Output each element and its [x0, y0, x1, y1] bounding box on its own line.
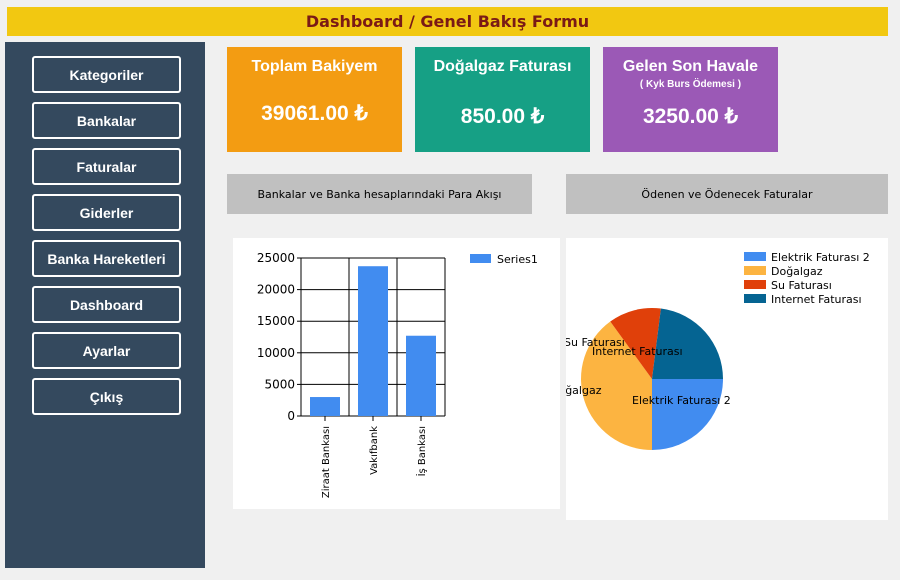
banks-section-header: Bankalar ve Banka hesaplarındaki Para Ak… [227, 174, 532, 214]
legend-swatch [744, 252, 766, 261]
transfer-card-title: Gelen Son Havale [622, 58, 759, 75]
bar-2 [358, 266, 388, 416]
form-title: Dashboard / Genel Bakış Formu [305, 12, 590, 31]
transfer-card: Gelen Son Havale ( Kyk Burs Ödemesi ) 32… [603, 47, 778, 152]
pie-slice-4 [652, 308, 723, 379]
balance-card-value: 39061.00 ₺ [261, 102, 368, 125]
y-tick-label: 20000 [257, 283, 295, 297]
transfer-card-subtitle: ( Kyk Burs Ödemesi ) [639, 79, 742, 90]
bank-balance-bar-chart: 0 5000 10000 15000 20000 25000 Ziraat Bankası V… [257, 251, 538, 498]
nav-button-banka-hareketleri[interactable]: Banka Hareketleri [32, 240, 181, 277]
legend-label: Series1 [497, 253, 538, 266]
bills-pie-chart: Elektrik Faturası 2DoğalgazSu FaturasıIn… [550, 251, 870, 450]
y-tick-label: 10000 [257, 346, 295, 360]
y-tick-label: 0 [287, 409, 295, 423]
nav-button-ayarlar[interactable]: Ayarlar [32, 332, 181, 369]
pie-slice-1 [652, 379, 723, 450]
gas-bill-card: Doğalgaz Faturası 850.00 ₺ [415, 47, 590, 152]
gas-bill-card-value: 850.00 ₺ [460, 105, 545, 128]
pie-slice-label: Elektrik Faturası 2 [632, 394, 731, 407]
balance-card: Toplam Bakiyem 39061.00 ₺ [227, 47, 402, 152]
nav-button-bankalar[interactable]: Bankalar [32, 102, 181, 139]
nav-button-cikis[interactable]: Çıkış [32, 378, 181, 415]
bar-1 [310, 397, 340, 416]
bills-section-title: Ödenen ve Ödenecek Faturalar [641, 187, 813, 201]
form-title-bar: Dashboard / Genel Bakış Formu [7, 7, 888, 36]
pie-slice-label: Internet Faturası [592, 345, 683, 358]
nav-button-dashboard[interactable]: Dashboard [32, 286, 181, 323]
legend-swatch [470, 254, 491, 263]
bar-3 [406, 335, 436, 416]
banks-section-title: Bankalar ve Banka hesaplarındaki Para Ak… [257, 187, 502, 201]
nav-button-faturalar[interactable]: Faturalar [32, 148, 181, 185]
x-tick-label: Ziraat Bankası [321, 426, 332, 498]
nav-button-giderler[interactable]: Giderler [32, 194, 181, 231]
transfer-card-value: 3250.00 ₺ [642, 105, 739, 128]
pie-slice-label: Doğalgaz [566, 384, 602, 397]
legend-label: Elektrik Faturası 2 [771, 251, 870, 264]
balance-card-title: Toplam Bakiyem [251, 58, 378, 75]
legend-label: Su Faturası [771, 279, 832, 292]
bills-section-header: Ödenen ve Ödenecek Faturalar [566, 174, 888, 214]
legend-label: Internet Faturası [771, 293, 862, 306]
legend-label: Doğalgaz [771, 265, 823, 278]
legend-swatch [744, 266, 766, 275]
legend-swatch [744, 280, 766, 289]
sidebar: Kategoriler Bankalar Faturalar Giderler … [5, 42, 205, 568]
y-tick-label: 15000 [257, 314, 295, 328]
nav-button-kategoriler[interactable]: Kategoriler [32, 56, 181, 93]
y-tick-label: 5000 [264, 377, 295, 391]
bank-balance-chart-panel: 0 5000 10000 15000 20000 25000 Ziraat Bankası V… [233, 238, 560, 509]
bills-chart-panel: Elektrik Faturası 2DoğalgazSu FaturasıIn… [550, 238, 888, 520]
x-tick-label: İş Bankası [415, 426, 428, 476]
gas-bill-card-title: Doğalgaz Faturası [433, 58, 572, 75]
y-tick-label: 25000 [257, 251, 295, 265]
x-tick-label: Vakıfbank [369, 426, 380, 475]
legend-swatch [744, 294, 766, 303]
